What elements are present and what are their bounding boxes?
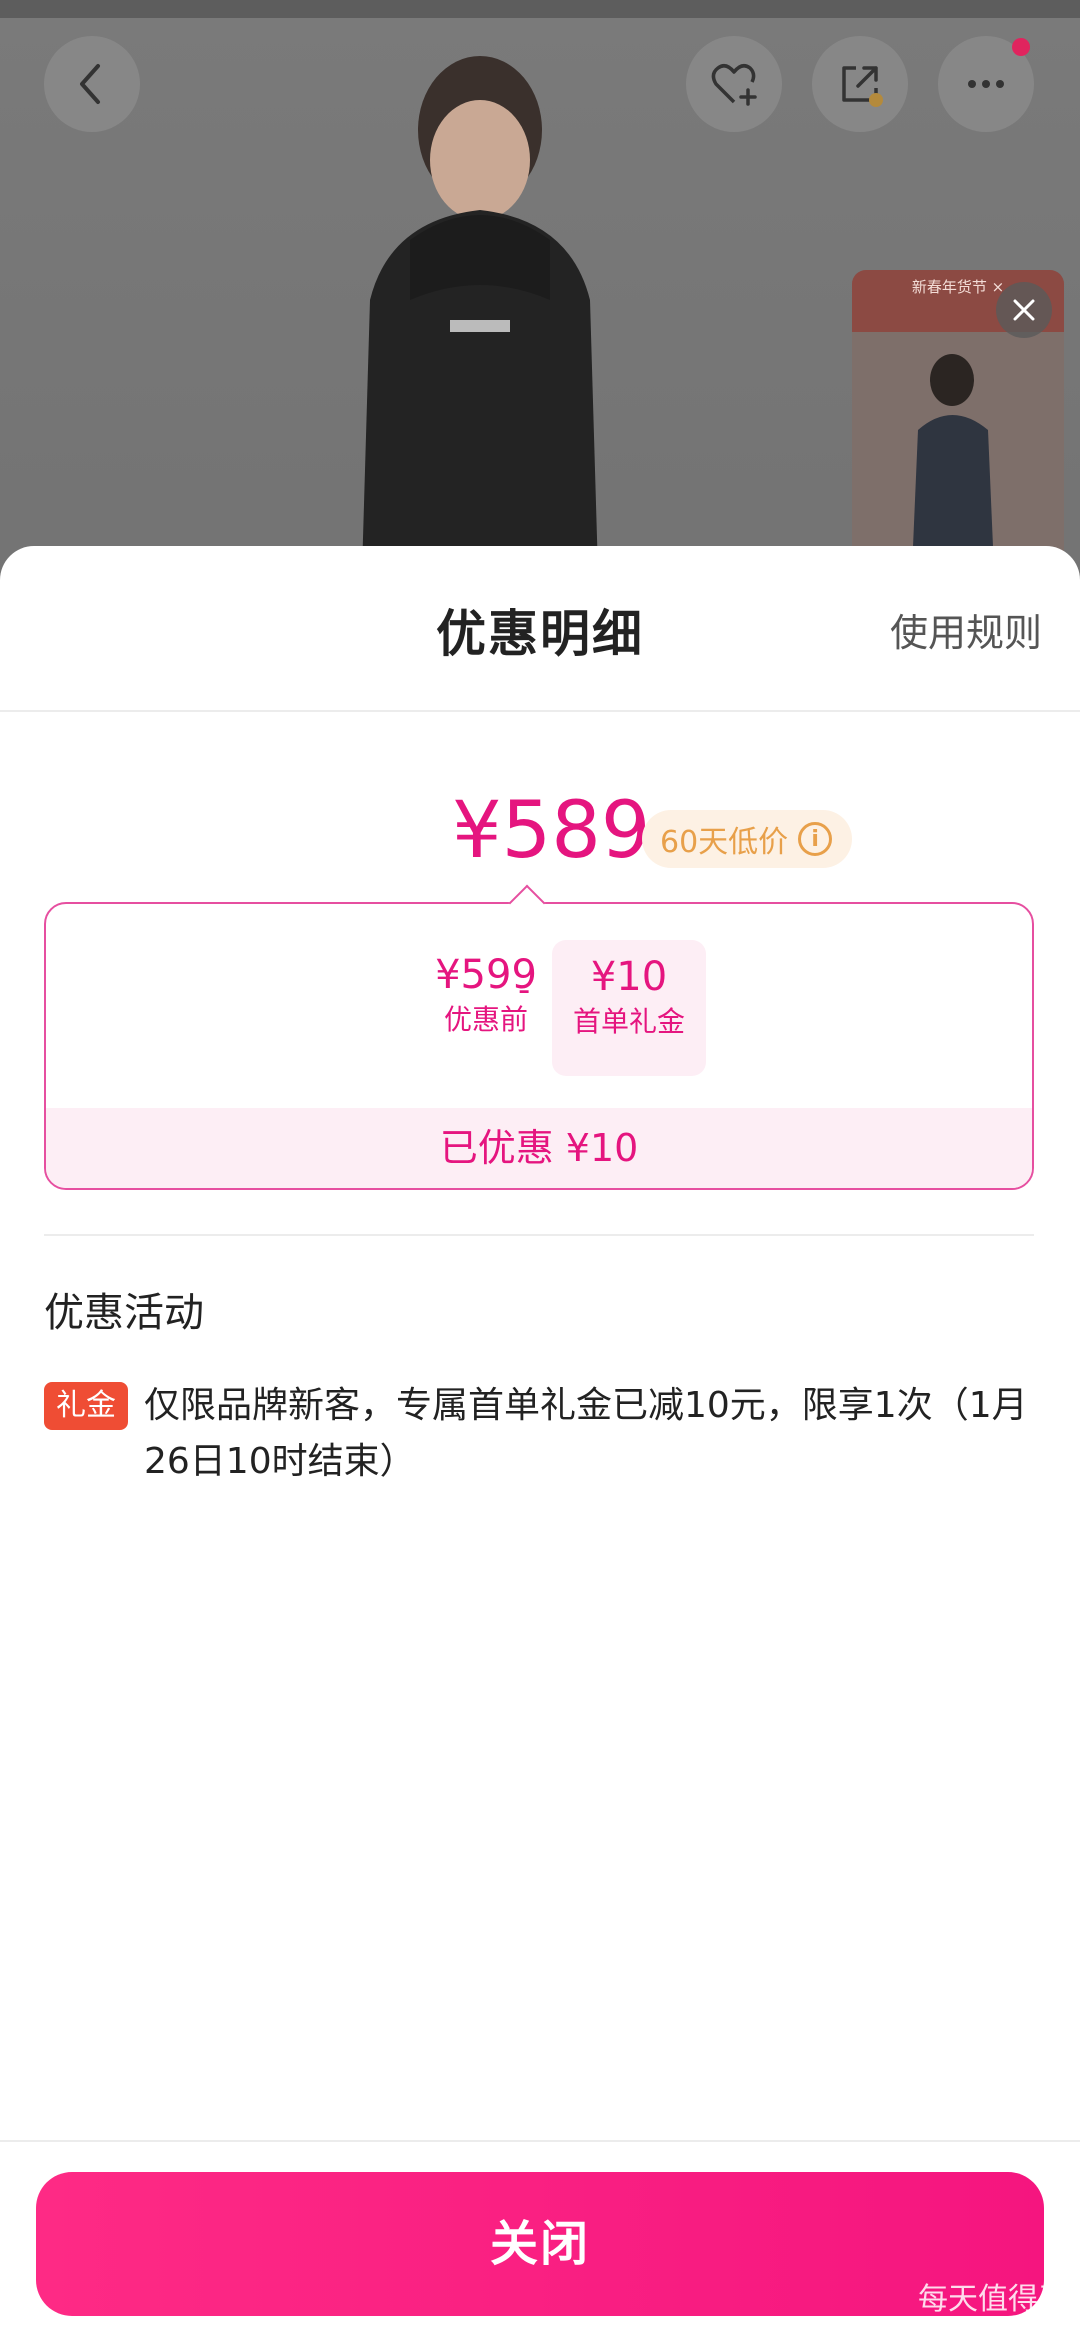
minus-sign: - xyxy=(518,970,531,1010)
heart-plus-icon xyxy=(711,64,757,106)
share-icon xyxy=(842,66,883,107)
promotion-tag: 礼金 xyxy=(44,1382,128,1430)
final-price: ¥589 xyxy=(452,786,651,876)
chevron-left-icon xyxy=(80,64,100,104)
usage-rules-link[interactable]: 使用规则 xyxy=(890,602,1042,657)
section-divider xyxy=(44,1234,1034,1236)
gift-discount-label: 首单礼金 xyxy=(572,1005,685,1038)
discount-detail-sheet: 优惠明细 使用规则 ¥589 60天低价 i ¥599 优惠前 - ¥10 首单… xyxy=(0,546,1080,2347)
notification-dot xyxy=(1012,38,1030,56)
watermark-text: 每天值得买 xyxy=(918,2282,1068,2317)
back-button[interactable] xyxy=(44,36,140,132)
footer-divider xyxy=(0,2140,1080,2142)
sheet-header: 优惠明细 使用规则 xyxy=(0,546,1080,712)
favorite-button[interactable] xyxy=(686,36,782,132)
gift-discount-block: ¥10 首单礼金 xyxy=(552,940,706,1076)
close-video-button[interactable] xyxy=(996,282,1052,338)
more-icon xyxy=(968,80,1004,88)
final-price-row: ¥589 60天低价 i xyxy=(0,786,1080,896)
info-icon: i xyxy=(798,822,833,856)
low-price-badge-label: 60天低价 xyxy=(660,825,789,860)
status-strip xyxy=(0,0,1080,18)
watermark-url: zhizhizhi.com xyxy=(946,2317,1068,2338)
product-image-area: 新春年货节 × xyxy=(0,0,1080,600)
low-price-badge[interactable]: 60天低价 i xyxy=(642,810,853,868)
gift-discount-value: ¥10 xyxy=(590,954,668,1000)
close-icon xyxy=(1013,299,1035,321)
price-calculation: ¥599 优惠前 - ¥10 首单礼金 xyxy=(46,940,1032,1076)
watermark: 每天值得买 zhizhizhi.com xyxy=(918,2283,1068,2339)
product-model-image xyxy=(361,56,599,600)
close-button[interactable]: 关闭 xyxy=(36,2172,1044,2316)
price-breakdown-card: ¥599 优惠前 - ¥10 首单礼金 已优惠 ¥10 xyxy=(44,884,1034,1190)
promotions-title: 优惠活动 xyxy=(44,1290,204,1336)
total-saved: 已优惠 ¥10 xyxy=(46,1108,1032,1188)
promotion-text: 仅限品牌新客，专属首单礼金已减10元，限享1次（1月26日10时结束） xyxy=(144,1385,1028,1482)
share-button[interactable] xyxy=(812,36,908,132)
